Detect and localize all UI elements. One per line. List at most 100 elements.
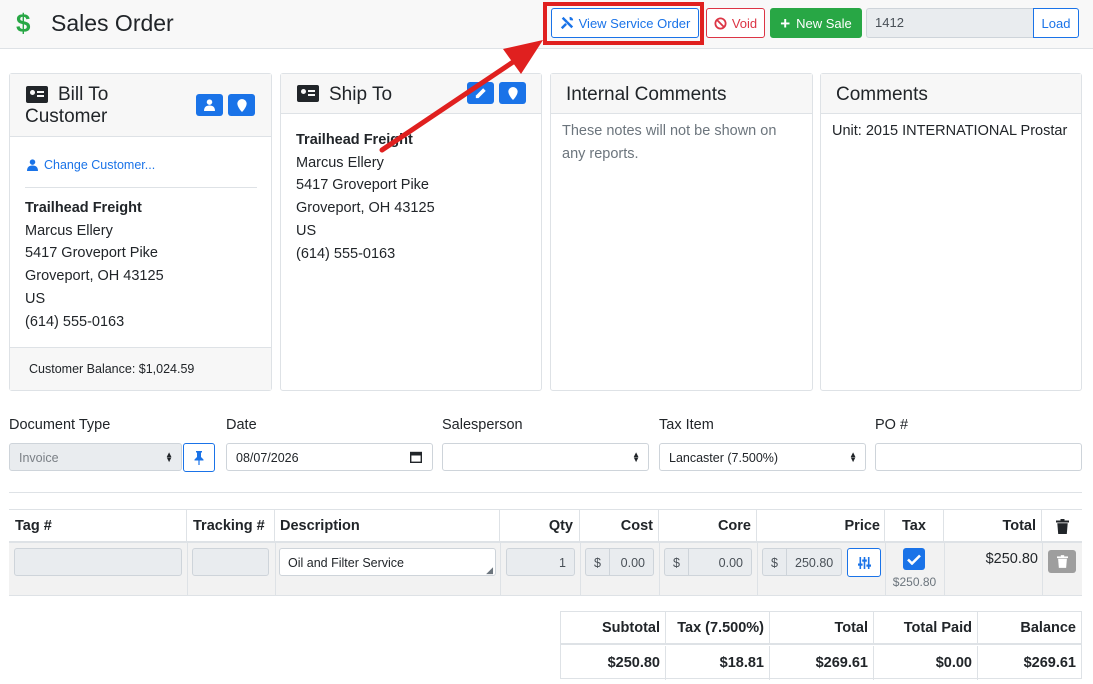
sliders-icon (857, 556, 871, 569)
document-type-select[interactable]: Invoice ▲ ▼ (9, 443, 182, 471)
core-input[interactable]: 0.00 (688, 548, 752, 576)
change-customer-label: Change Customer... (44, 158, 156, 172)
divider (1042, 543, 1043, 596)
ship-to-phone: (614) 555-0163 (296, 245, 396, 262)
po-label: PO # (875, 417, 909, 433)
void-button[interactable]: Void (706, 8, 765, 38)
select-arrows-icon: ▲ ▼ (849, 450, 857, 464)
trash-icon (1056, 519, 1069, 534)
date-value: 08/07/2026 (236, 451, 299, 465)
page-title: Sales Order (51, 10, 174, 36)
balance-label: Balance (978, 612, 1081, 645)
date-label: Date (226, 417, 257, 433)
comments-textarea[interactable]: Unit: 2015 INTERNATIONAL Prostar (832, 120, 1077, 143)
tax-amount: $250.80 (892, 575, 937, 589)
cost-input[interactable]: 0.00 (609, 548, 654, 576)
divider (500, 543, 501, 596)
total-paid-label: Total Paid (874, 612, 978, 645)
bill-to-country: US (25, 290, 46, 307)
bill-to-title-line1: Bill To (58, 84, 109, 105)
cost-currency-symbol: $ (585, 548, 609, 576)
total-paid-value: $0.00 (874, 646, 978, 680)
price-input[interactable]: 250.80 (786, 548, 842, 576)
pin-document-type-button[interactable] (183, 443, 215, 472)
description-input[interactable]: Oil and Filter Service ◢ (279, 548, 496, 576)
salesperson-label: Salesperson (442, 417, 523, 433)
subtotal-label: Subtotal (561, 612, 666, 645)
ship-to-location-button[interactable] (499, 82, 526, 104)
price-currency-symbol: $ (762, 548, 786, 576)
column-header-cost: Cost (580, 510, 659, 543)
bill-to-city: Groveport, OH 43125 (25, 268, 164, 285)
trash-icon (1056, 555, 1068, 568)
line-total: $250.80 (985, 551, 1038, 567)
ship-to-card: Ship To Trailhead Freight Marcus Ellery … (280, 73, 542, 391)
total-value: $269.61 (770, 646, 874, 680)
tax-value: $18.81 (666, 646, 770, 680)
tax-label: Tax (7.500%) (666, 612, 770, 645)
total-label: Total (770, 612, 874, 645)
select-arrows-icon: ▲ ▼ (632, 450, 640, 464)
internal-comments-title: Internal Comments (566, 84, 727, 105)
bill-to-card: Bill To Customer Change Customer... Trai… (9, 73, 272, 391)
change-customer-link[interactable]: Change Customer... (27, 158, 155, 172)
ship-to-city: Groveport, OH 43125 (296, 200, 435, 217)
tax-item-label: Tax Item (659, 417, 714, 433)
tag-input[interactable] (14, 548, 182, 576)
tax-item-select[interactable]: Lancaster (7.500%) ▲ ▼ (659, 443, 866, 471)
user-icon (204, 99, 215, 111)
core-currency-symbol: $ (664, 548, 688, 576)
date-input[interactable]: 08/07/2026 (226, 443, 433, 471)
tracking-input[interactable] (192, 548, 269, 576)
divider (659, 543, 660, 596)
tax-item-value: Lancaster (7.500%) (669, 451, 779, 465)
bill-to-contact: Marcus Ellery (25, 222, 113, 239)
new-sale-button[interactable]: + New Sale (770, 8, 862, 38)
delete-row-button[interactable] (1048, 550, 1076, 573)
price-adjust-button[interactable] (847, 548, 881, 577)
ship-to-street: 5417 Groveport Pike (296, 177, 429, 194)
customer-location-button[interactable] (228, 94, 255, 116)
totals-table: Subtotal Tax (7.500%) Total Total Paid B… (560, 611, 1082, 680)
column-header-tax: Tax (885, 510, 944, 543)
edit-ship-to-button[interactable] (467, 82, 494, 104)
internal-comments-textarea[interactable]: These notes will not be shown on any rep… (562, 120, 802, 165)
column-header-description: Description (275, 510, 500, 543)
column-header-tracking: Tracking # (187, 510, 275, 543)
bill-to-title-line2: Customer (25, 106, 108, 127)
ship-to-country: US (296, 222, 317, 239)
comments-header: Comments (821, 74, 1081, 114)
map-marker-icon (507, 86, 518, 100)
calendar-icon[interactable] (410, 451, 422, 463)
column-header-core: Core (659, 510, 757, 543)
salesperson-select[interactable]: ▲ ▼ (442, 443, 649, 471)
customer-balance: Customer Balance: $1,024.59 (10, 347, 271, 390)
tax-checkbox[interactable] (903, 548, 925, 570)
load-button[interactable]: Load (1033, 8, 1079, 38)
bill-to-company: Trailhead Freight (25, 200, 142, 216)
document-type-value: Invoice (19, 451, 59, 465)
bill-to-title: Bill To Customer (25, 84, 108, 128)
po-input[interactable] (875, 443, 1082, 471)
ship-to-header: Ship To (281, 74, 541, 114)
select-customer-button[interactable] (196, 94, 223, 116)
bill-to-street: 5417 Groveport Pike (25, 245, 158, 262)
divider (580, 543, 581, 596)
divider (9, 492, 1082, 493)
column-header-price: Price (757, 510, 885, 543)
load-order-input[interactable]: 1412 (866, 8, 1034, 38)
balance-value: $269.61 (1023, 655, 1076, 671)
internal-comments-card: Internal Comments These notes will not b… (550, 73, 813, 391)
annotation-highlight-box (543, 2, 704, 45)
dollar-icon: $ (16, 8, 31, 38)
divider (25, 187, 257, 188)
select-arrows-icon: ▲ ▼ (165, 450, 173, 464)
column-header-tag: Tag # (9, 510, 187, 543)
column-header-qty: Qty (500, 510, 580, 543)
subtotal-value: $250.80 (561, 646, 666, 680)
column-header-total: Total (944, 510, 1042, 543)
bill-to-address: Trailhead Freight Marcus Ellery 5417 Gro… (25, 197, 164, 333)
id-card-icon (297, 85, 319, 102)
qty-input[interactable]: 1 (506, 548, 575, 576)
comments-title: Comments (836, 84, 928, 105)
